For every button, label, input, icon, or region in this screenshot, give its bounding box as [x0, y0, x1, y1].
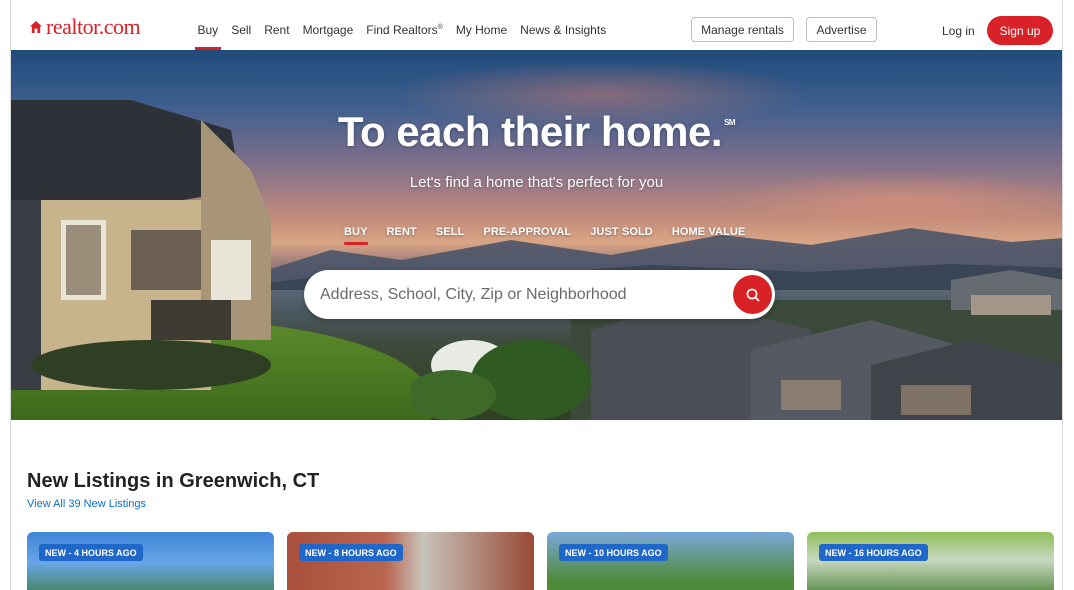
search-bar	[304, 270, 775, 319]
hero-flowers	[411, 340, 591, 420]
hero-title: To each their home. SM	[11, 108, 1062, 156]
registered-mark: ®	[437, 24, 443, 31]
nav-news-insights[interactable]: News & Insights	[514, 0, 613, 50]
logo-text: realtor.com	[46, 14, 141, 39]
nav-my-home-label: My Home	[455, 23, 508, 37]
tab-buy[interactable]: BUY	[344, 226, 368, 245]
login-link[interactable]: Log in	[942, 24, 975, 38]
nav-rent-label: Rent	[264, 23, 290, 37]
signup-button[interactable]: Sign up	[987, 16, 1053, 45]
nav-my-home[interactable]: My Home	[449, 0, 513, 50]
new-listing-badge: NEW - 16 HOURS AGO	[819, 544, 928, 561]
nav-find-realtors[interactable]: Find Realtors®	[360, 0, 450, 50]
new-listing-badge: NEW - 10 HOURS AGO	[559, 544, 668, 561]
listing-card[interactable]: NEW - 10 HOURS AGO	[547, 532, 794, 590]
search-button[interactable]	[733, 275, 772, 314]
nav-mortgage[interactable]: Mortgage	[296, 0, 360, 50]
search-input[interactable]	[320, 270, 720, 319]
tab-rent[interactable]: RENT	[387, 226, 417, 245]
manage-rentals-button[interactable]: Manage rentals	[691, 17, 794, 42]
search-icon	[746, 288, 759, 301]
realtor-logo[interactable]: realtor.com	[29, 14, 141, 39]
view-all-listings-link[interactable]: View All 39 New Listings	[27, 498, 146, 510]
new-listing-badge: NEW - 4 HOURS AGO	[39, 544, 143, 561]
nav-sell-label: Sell	[231, 23, 252, 37]
nav-buy-label: Buy	[197, 23, 219, 37]
nav-sell[interactable]: Sell	[225, 0, 258, 50]
listing-card[interactable]: NEW - 16 HOURS AGO	[807, 532, 1054, 590]
nav-news-insights-label: News & Insights	[520, 23, 607, 37]
nav-find-realtors-label: Find Realtors	[366, 23, 438, 37]
advertise-button[interactable]: Advertise	[806, 17, 877, 42]
new-listings-heading: New Listings in Greenwich, CT	[27, 470, 320, 492]
listing-card[interactable]: NEW - 8 HOURS AGO	[287, 532, 534, 590]
tab-sell[interactable]: SELL	[436, 226, 465, 245]
nav-rent[interactable]: Rent	[258, 0, 296, 50]
hero-banner: To each their home. SM Let's find a home …	[11, 50, 1062, 420]
top-header: realtor.com Buy Sell Rent Mortgage Find …	[11, 0, 1062, 50]
house-logo-icon	[30, 21, 42, 33]
main-nav: Buy Sell Rent Mortgage Find Realtors® My…	[191, 0, 613, 50]
hero-subtitle: Let's find a home that's perfect for you	[409, 174, 664, 191]
listing-card[interactable]: NEW - 4 HOURS AGO	[27, 532, 274, 590]
nav-mortgage-label: Mortgage	[302, 23, 354, 37]
new-listing-badge: NEW - 8 HOURS AGO	[299, 544, 403, 561]
tab-pre-approval[interactable]: PRE-APPROVAL	[483, 226, 571, 245]
tab-just-sold[interactable]: JUST SOLD	[590, 226, 653, 245]
hero-title-text: To each their home.	[337, 108, 723, 155]
search-type-tabs: BUY RENT SELL PRE-APPROVAL JUST SOLD HOM…	[344, 226, 745, 245]
tab-home-value[interactable]: HOME VALUE	[672, 226, 746, 245]
service-mark: SM	[724, 118, 736, 127]
page: realtor.com Buy Sell Rent Mortgage Find …	[10, 0, 1063, 590]
nav-buy[interactable]: Buy	[191, 0, 225, 50]
